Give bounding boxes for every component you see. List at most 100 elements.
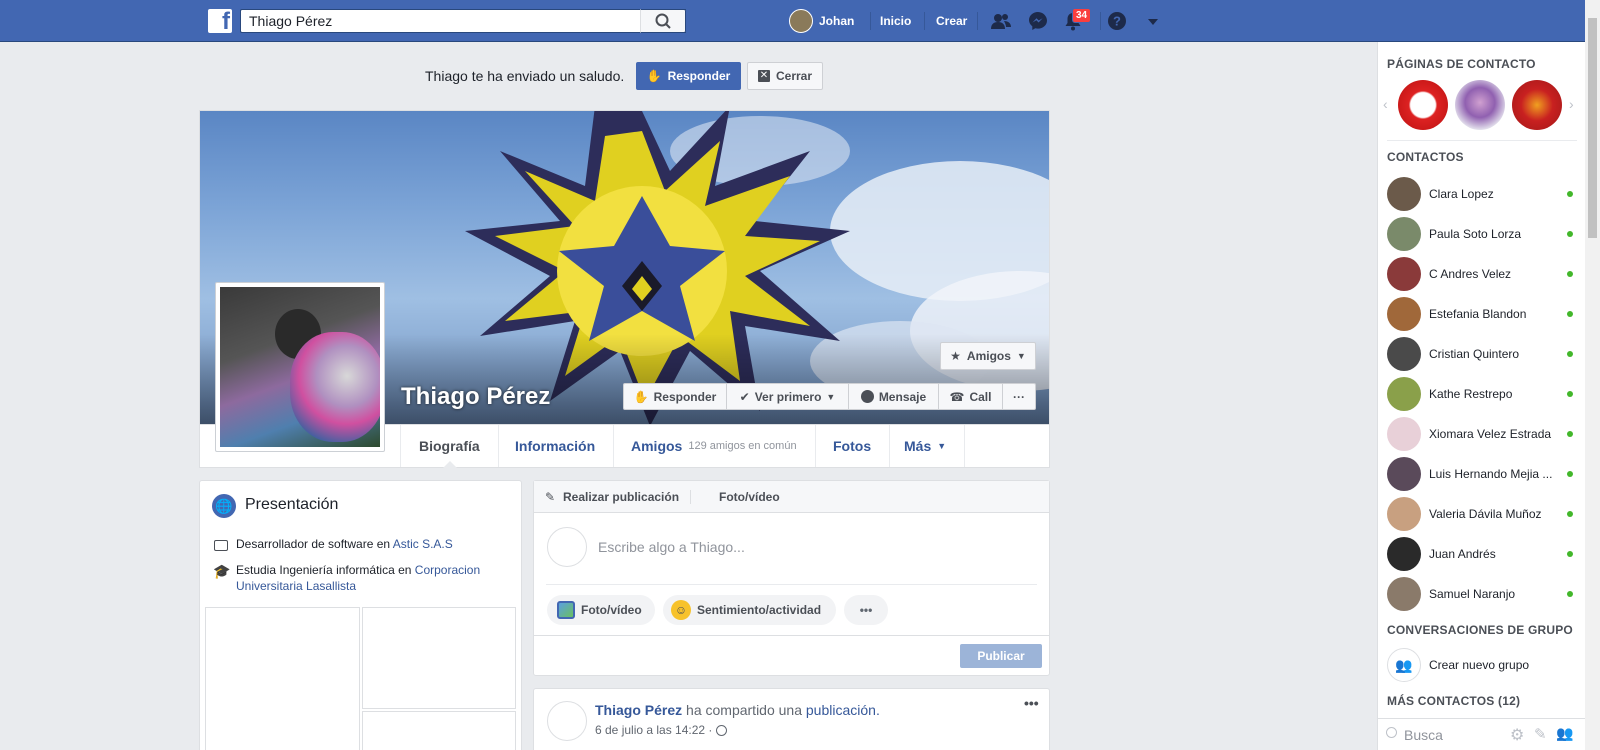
post-author-link[interactable]: Thiago Pérez <box>595 702 682 718</box>
post-object-link[interactable]: publicación. <box>806 702 880 718</box>
briefcase-icon <box>214 540 228 551</box>
chat-search-input[interactable]: Busca <box>1404 727 1443 743</box>
new-message-icon[interactable]: ✎ <box>1534 725 1547 743</box>
mutual-friends-count: 129 amigos en común <box>688 440 797 452</box>
profile-name[interactable]: Thiago Pérez <box>401 383 550 411</box>
composer-tab-photo[interactable]: Foto/vídeo <box>719 490 780 504</box>
create-group-icon[interactable]: 👥 <box>1556 725 1573 742</box>
skull-art <box>290 332 380 442</box>
chevron-left-icon[interactable]: ‹ <box>1383 96 1388 112</box>
divider <box>1387 140 1577 141</box>
post-options-button[interactable]: ••• <box>1024 695 1039 711</box>
feeling-activity-chip-label: Sentimiento/actividad <box>697 603 822 617</box>
chevron-down-icon: ▼ <box>1016 351 1026 361</box>
wave-hand-icon: ✋ <box>646 69 662 83</box>
top-navigation-bar: f Johan Inicio Crear 34 ? <box>0 0 1600 42</box>
chat-search-bar: Busca ⚙ ✎ 👥 <box>1378 718 1585 750</box>
tab-photos[interactable]: Fotos <box>815 425 891 467</box>
help-icon[interactable]: ? <box>1106 10 1128 32</box>
call-button[interactable]: ☎ Call <box>939 384 1003 409</box>
contact-item[interactable]: Juan Andrés <box>1387 536 1577 572</box>
feeling-activity-chip[interactable]: ☺ Sentimiento/actividad <box>663 595 836 625</box>
user-name: Johan <box>819 14 855 28</box>
contact-item[interactable]: Clara Lopez <box>1387 176 1577 212</box>
divider <box>870 12 871 30</box>
intro-card: 🌐 Presentación Desarrollador de software… <box>199 480 522 750</box>
tab-about[interactable]: Información <box>497 425 615 467</box>
online-status-dot <box>1567 311 1573 317</box>
contact-item[interactable]: Valeria Dávila Muñoz <box>1387 496 1577 532</box>
post-header: Thiago Pérez ha compartido una publicaci… <box>595 702 880 718</box>
chevron-down-icon: ▼ <box>826 391 836 402</box>
gear-icon[interactable]: ⚙ <box>1510 725 1524 745</box>
reply-poke-button[interactable]: ✋ Responder <box>636 62 741 90</box>
create-group-label: Crear nuevo grupo <box>1429 658 1530 672</box>
chevron-right-icon[interactable]: › <box>1569 96 1574 112</box>
account-menu-chevron-down-icon[interactable] <box>1142 10 1164 32</box>
composer-input[interactable]: Escribe algo a Thiago... <box>598 539 1028 555</box>
contact-item[interactable]: C Andres Velez <box>1387 256 1577 292</box>
composer-footer <box>534 635 1049 636</box>
see-first-button[interactable]: ✔ Ver primero ▼ <box>727 384 849 409</box>
tab-friends[interactable]: Amigos 129 amigos en común <box>613 425 816 467</box>
photo-video-chip[interactable]: Foto/vídeo <box>547 595 655 625</box>
more-options-chip[interactable]: ••• <box>844 595 888 625</box>
page-scrollbar[interactable] <box>1585 0 1600 750</box>
contact-item[interactable]: Cristian Quintero <box>1387 336 1577 372</box>
contact-page-avatar[interactable] <box>1512 80 1562 130</box>
search-icon <box>655 13 671 29</box>
composer-tab-post[interactable]: Realizar publicación <box>563 490 679 504</box>
profile-action-bar: ✋ Responder ✔ Ver primero ▼ Mensaje ☎ Call ·… <box>623 383 1036 410</box>
scrollbar-thumb[interactable] <box>1588 18 1597 238</box>
search-input[interactable] <box>240 9 686 33</box>
friends-status-button[interactable]: ★ Amigos ▼ <box>940 342 1036 370</box>
avatar <box>1387 497 1421 531</box>
publish-button[interactable]: Publicar <box>960 644 1042 668</box>
photo-grid-tile[interactable] <box>362 711 516 750</box>
photo-grid-tile[interactable] <box>362 607 516 709</box>
contact-page-avatar[interactable] <box>1455 80 1505 130</box>
messenger-icon[interactable] <box>1027 10 1049 32</box>
divider <box>1100 12 1101 30</box>
contact-name: C Andres Velez <box>1429 267 1512 281</box>
pages-heading: PÁGINAS DE CONTACTO <box>1387 57 1536 71</box>
post-author-avatar[interactable] <box>547 701 587 741</box>
create-group-button[interactable]: 👥 Crear nuevo grupo <box>1387 647 1577 683</box>
contact-item[interactable]: Samuel Naranjo <box>1387 576 1577 612</box>
close-icon: ✕ <box>757 70 770 82</box>
more-actions-button[interactable]: ··· <box>1003 384 1035 409</box>
pencil-icon: ✎ <box>545 490 556 504</box>
contact-item[interactable]: Estefania Blandon <box>1387 296 1577 332</box>
user-profile-link[interactable]: Johan <box>789 0 854 42</box>
search-button[interactable] <box>640 9 686 33</box>
post-timestamp[interactable]: 6 de julio a las 14:22 · <box>595 723 712 737</box>
group-conversations-heading: CONVERSACIONES DE GRUPO <box>1387 623 1573 637</box>
contact-name: Samuel Naranjo <box>1429 587 1516 601</box>
divider <box>924 12 925 30</box>
create-link[interactable]: Crear <box>936 0 967 42</box>
friend-requests-icon[interactable] <box>990 10 1012 32</box>
close-poke-button[interactable]: ✕ Cerrar <box>747 62 823 90</box>
home-link[interactable]: Inicio <box>880 0 911 42</box>
photo-grid-tile[interactable] <box>205 607 360 750</box>
contact-item[interactable]: Kathe Restrepo <box>1387 376 1577 412</box>
contact-item[interactable]: Paula Soto Lorza <box>1387 216 1577 252</box>
avatar <box>1387 337 1421 371</box>
online-status-dot <box>1567 511 1573 517</box>
facebook-logo-icon[interactable]: f <box>208 9 232 33</box>
tab-more[interactable]: Más ▼ <box>886 425 966 467</box>
contact-item[interactable]: Xiomara Velez Estrada <box>1387 416 1577 452</box>
avatar <box>1387 217 1421 251</box>
globe-icon <box>716 724 728 736</box>
work-place-link[interactable]: Astic S.A.S <box>393 537 453 551</box>
more-contacts-heading[interactable]: MÁS CONTACTOS (12) <box>1387 694 1520 708</box>
divider <box>977 12 978 30</box>
contact-item[interactable]: Luis Hernando Mejia ... <box>1387 456 1577 492</box>
contact-page-avatar[interactable] <box>1398 80 1448 130</box>
smiley-icon: ☺ <box>671 600 691 620</box>
composer-divider <box>546 584 1037 585</box>
reply-button[interactable]: ✋ Responder <box>624 384 727 409</box>
message-button[interactable]: Mensaje <box>849 384 939 409</box>
profile-picture[interactable] <box>215 282 385 452</box>
contact-name: Xiomara Velez Estrada <box>1429 427 1552 441</box>
